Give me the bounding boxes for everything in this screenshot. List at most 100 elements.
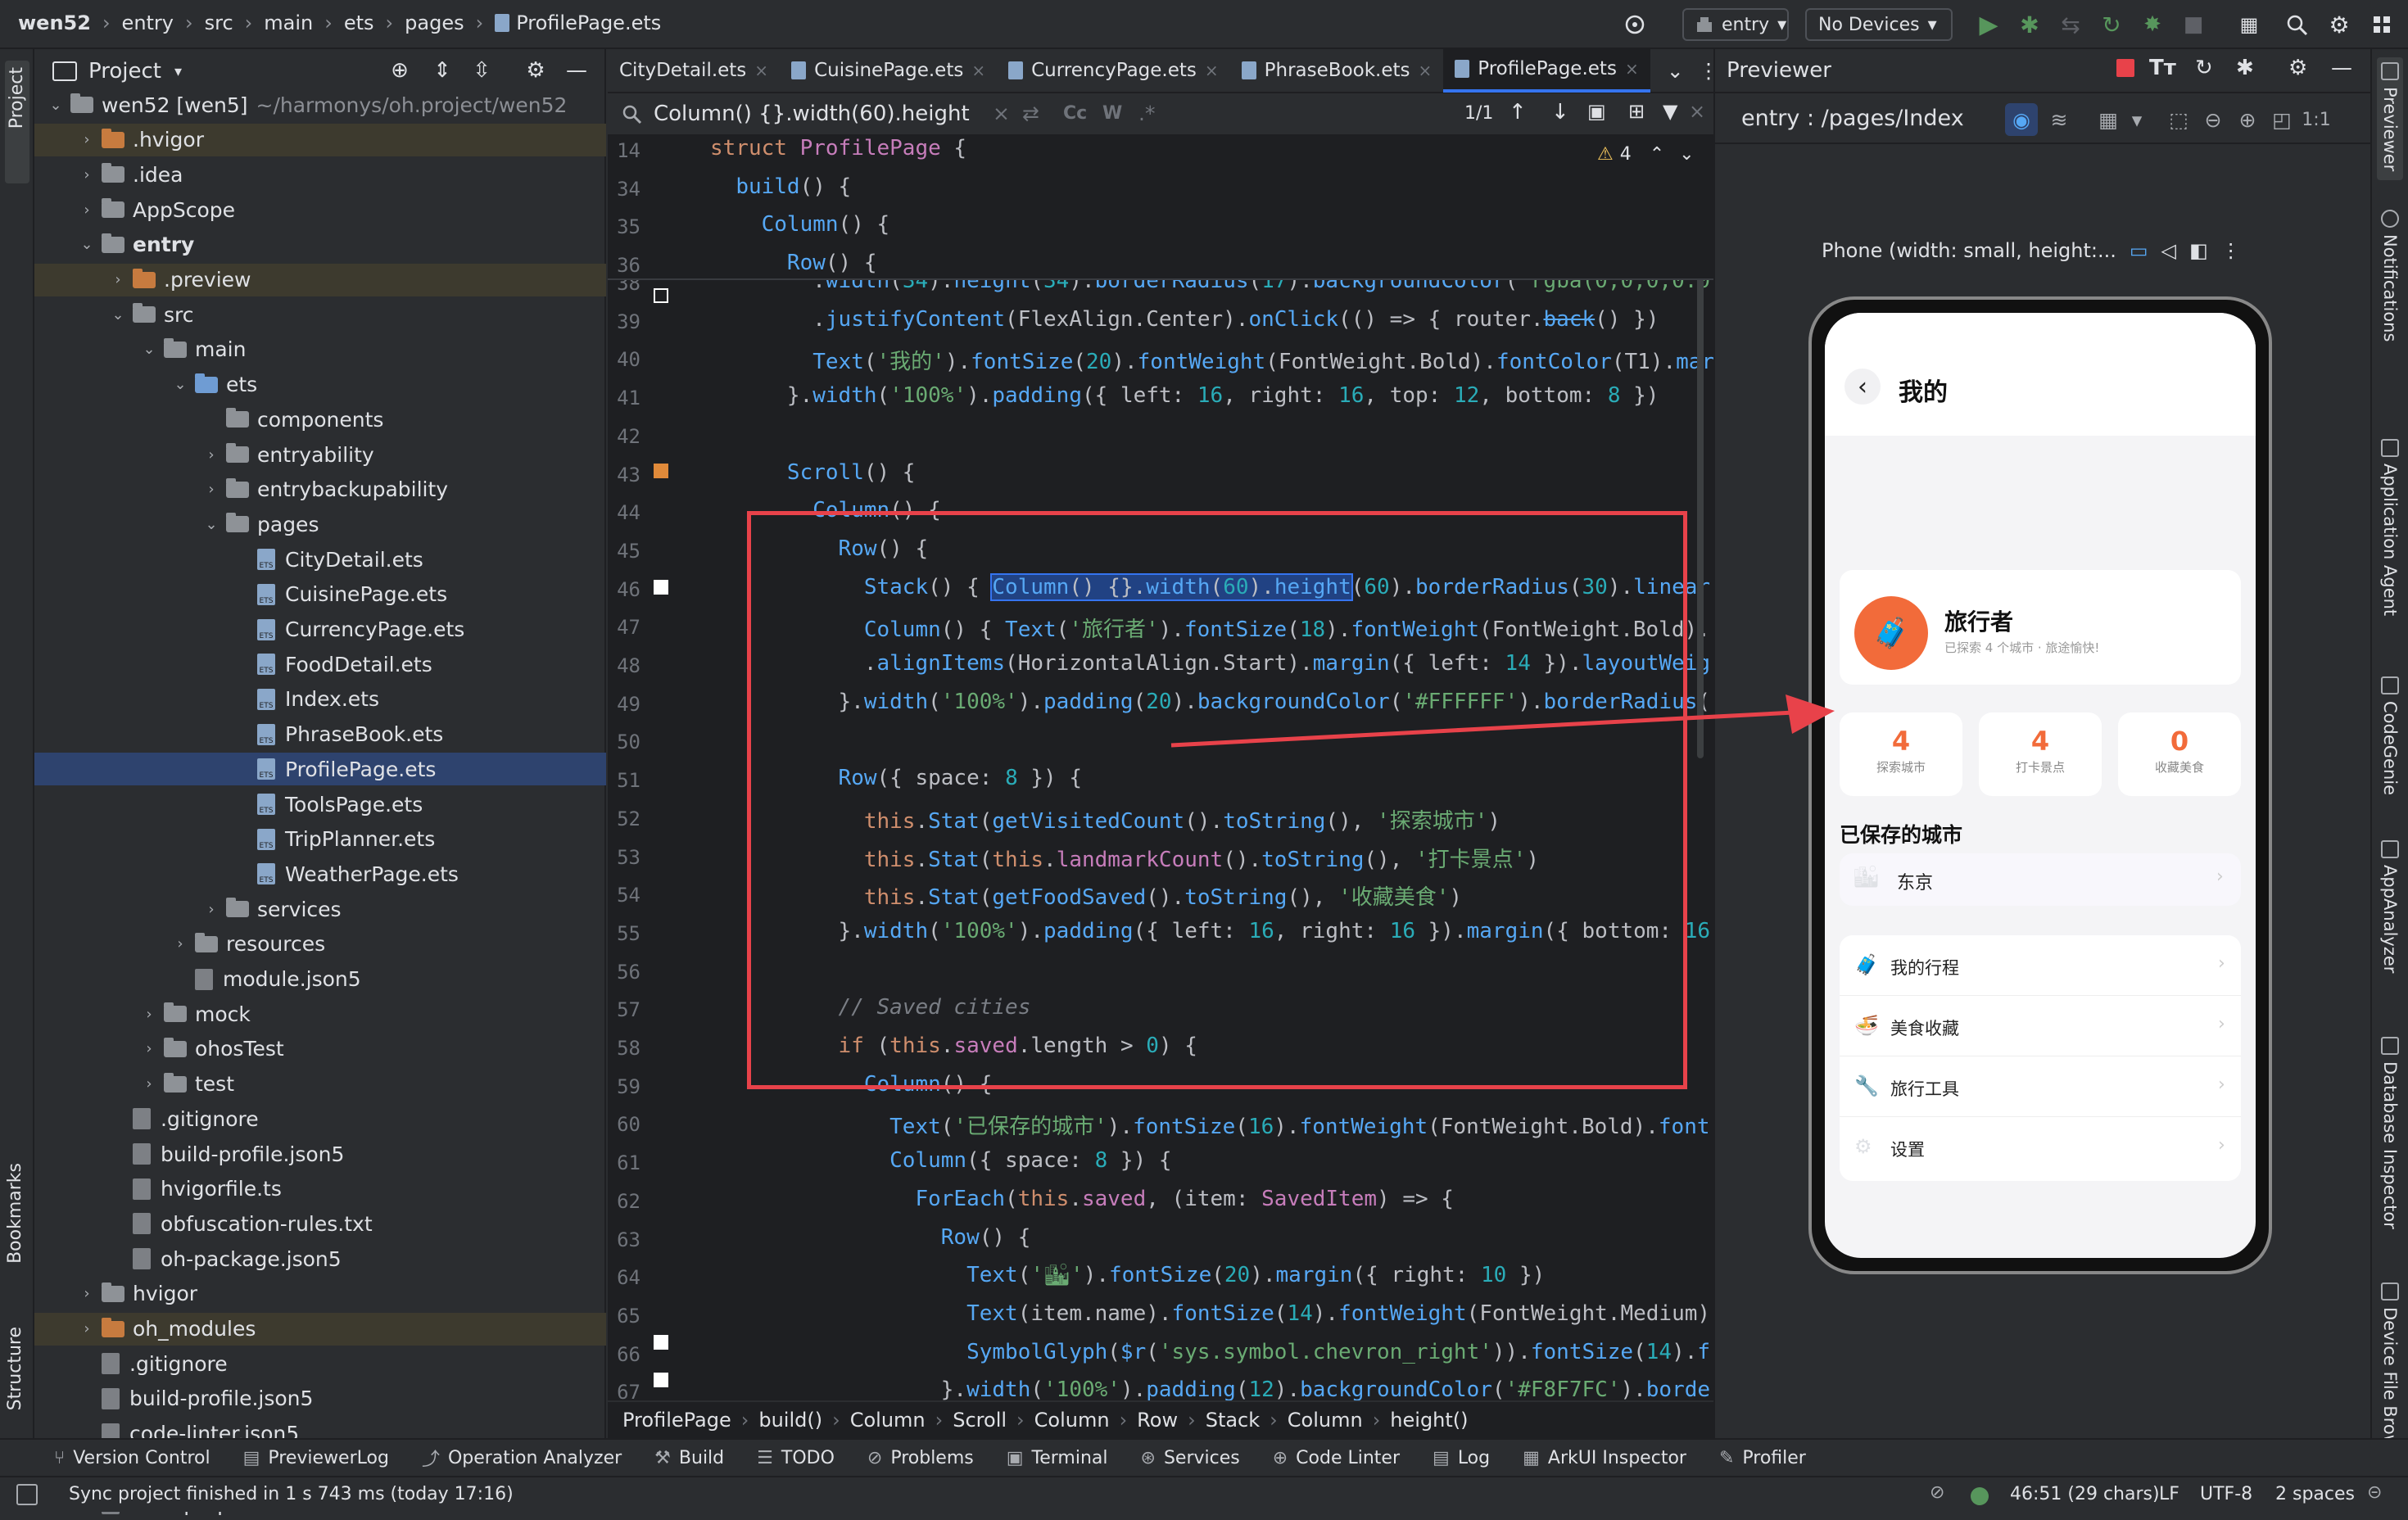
bookmarks-tool-button[interactable]: Bookmarks	[5, 1163, 29, 1343]
run-config-select[interactable]: entry ▾	[1682, 8, 1789, 41]
tree-item[interactable]: ⌄ pages	[34, 508, 606, 541]
editor-tab[interactable]: CurrencyPage.ets ×	[997, 48, 1230, 93]
chevron-right-icon[interactable]: ›	[79, 201, 95, 219]
frame-icon[interactable]: ⬚	[2162, 103, 2195, 136]
editor-tab[interactable]: PhraseBook.ets ×	[1230, 48, 1444, 93]
profile-run-icon[interactable]: ✸	[2138, 10, 2167, 39]
breadcrumb-item[interactable]: ets	[344, 11, 374, 34]
attach-icon[interactable]: ⇆	[2056, 10, 2085, 39]
device-switch-icon[interactable]: ▭	[2130, 239, 2148, 262]
chevron-down-icon[interactable]: ⌄	[141, 341, 157, 358]
tree-item[interactable]: › oh_modules	[34, 1312, 606, 1346]
fit-icon[interactable]: ◰	[2265, 103, 2298, 136]
bottom-tool-button[interactable]: ▤ Log	[1433, 1448, 1490, 1468]
breadcrumb-item[interactable]: wen52	[18, 11, 91, 34]
chevron-right-icon[interactable]: ›	[172, 935, 188, 952]
no-power-icon[interactable]: ⊘	[1930, 1482, 1944, 1503]
structure-tool-button[interactable]: Structure	[5, 1327, 29, 1433]
bottom-tool-button[interactable]: ⑂ Version Control	[54, 1448, 210, 1468]
locate-icon[interactable]: ⊕	[387, 57, 413, 84]
tree-item[interactable]: components	[34, 403, 606, 436]
run-icon[interactable]: ▶	[1974, 10, 2003, 39]
bottom-tool-button[interactable]: ⊘ Problems	[867, 1448, 974, 1468]
project-panel-title[interactable]: Project	[88, 59, 161, 84]
code-breadcrumb-item[interactable]: build()	[758, 1409, 822, 1432]
tree-item[interactable]: ⌄ ets	[34, 369, 606, 401]
minimize-icon[interactable]: —	[564, 57, 590, 84]
stat-card[interactable]: 4 探索城市	[1840, 712, 1962, 796]
code-breadcrumb-item[interactable]: ProfilePage	[622, 1409, 731, 1432]
project-structure-icon[interactable]: ▦	[2234, 10, 2264, 39]
chevron-right-icon[interactable]: ›	[79, 1285, 95, 1302]
gear-icon[interactable]: ⚙	[523, 57, 549, 84]
tree-item[interactable]: build-profile.json5	[34, 1382, 606, 1415]
tree-item[interactable]: › .idea	[34, 158, 606, 191]
actual-size-icon[interactable]: 1:1	[2300, 103, 2333, 136]
breadcrumb-item[interactable]: entry	[122, 11, 174, 34]
close-icon[interactable]: ×	[1625, 59, 1639, 79]
tree-item[interactable]: ETS TripPlanner.ets	[34, 823, 606, 856]
breadcrumb-item[interactable]: main	[264, 11, 313, 34]
chevron-right-icon[interactable]: ›	[110, 271, 126, 288]
rerun-icon[interactable]: ↻	[2097, 10, 2126, 39]
status-dot-icon[interactable]	[1971, 1487, 1989, 1505]
editor-tab[interactable]: ProfilePage.ets ×	[1443, 48, 1650, 93]
profile-card[interactable]: 🧳 旅行者 已探索 4 个城市 · 旅途愉快!	[1840, 570, 2241, 685]
eye-icon[interactable]: ◉	[2005, 103, 2038, 136]
tree-item[interactable]: ETS CuisinePage.ets	[34, 578, 606, 611]
code-breadcrumb-item[interactable]: Column	[1288, 1409, 1363, 1432]
tree-item[interactable]: › hvigor	[34, 1278, 606, 1310]
chevron-up-icon[interactable]: ⌃	[1650, 144, 1664, 165]
tree-item[interactable]: ETS FoodDetail.ets	[34, 648, 606, 681]
back-icon[interactable]: ‹	[1844, 369, 1881, 405]
stop-icon[interactable]	[2116, 59, 2134, 77]
back-nav-icon[interactable]: ◁	[2161, 239, 2176, 262]
debug-icon[interactable]: ✱	[2015, 10, 2044, 39]
tree-item[interactable]: ETS ProfilePage.ets	[34, 753, 606, 786]
phone-screen[interactable]: ‹ 我的 🧳 旅行者 已探索 4 个城市 · 旅途愉快! 4 探索城市 4 打卡景点 0…	[1825, 313, 2256, 1258]
tree-item[interactable]: ETS Index.ets	[34, 683, 606, 716]
stat-card[interactable]: 4 打卡景点	[1979, 712, 2102, 796]
menu-item[interactable]: 🧳 我的行程 ›	[1840, 935, 2241, 996]
close-icon[interactable]: ×	[754, 61, 768, 80]
tree-item[interactable]: › AppScope	[34, 193, 606, 226]
chevron-down-icon[interactable]: ⌄	[1679, 144, 1694, 165]
regex-toggle[interactable]: .*	[1138, 102, 1155, 125]
chevron-right-icon[interactable]: ›	[141, 1040, 157, 1057]
tree-item[interactable]: obfuscation-rules.txt	[34, 1207, 606, 1240]
right-tool-button[interactable]: Application Agent	[2377, 434, 2403, 655]
more-icon[interactable]	[2367, 10, 2397, 39]
chevron-down-icon[interactable]: ⌄	[203, 516, 220, 533]
right-tool-button[interactable]: AppAnalyzer	[2377, 835, 2403, 999]
menu-item[interactable]: 🔧 旅行工具 ›	[1840, 1056, 2241, 1117]
chevron-right-icon[interactable]: ›	[203, 901, 220, 918]
tree-item[interactable]: › .preview	[34, 263, 606, 296]
editor-scrollbar[interactable]	[1697, 267, 1704, 758]
breadcrumb-item[interactable]: ProfilePage.ets	[516, 11, 661, 34]
gear-icon[interactable]: ⚙	[2288, 56, 2307, 80]
code-breadcrumb-item[interactable]: height()	[1390, 1409, 1468, 1432]
chevron-right-icon[interactable]: ›	[79, 166, 95, 183]
add-selection-icon[interactable]: ⊞	[1628, 100, 1645, 123]
regex-icon[interactable]: ⇄	[1022, 102, 1039, 125]
layers-icon[interactable]: ≋	[2043, 103, 2075, 136]
lock-icon[interactable]: ⊝	[2367, 1482, 2382, 1503]
tree-item[interactable]: › mock	[34, 998, 606, 1030]
bottom-tool-button[interactable]: ✎ Profiler	[1719, 1448, 1806, 1468]
bottom-tool-button[interactable]: ☰ TODO	[757, 1448, 835, 1468]
code-breadcrumb-item[interactable]: Scroll	[953, 1409, 1007, 1432]
chevron-down-icon[interactable]: ⌄	[172, 376, 188, 393]
tree-item[interactable]: ⌄ src	[34, 298, 606, 331]
indent-setting[interactable]: 2 spaces	[2275, 1484, 2355, 1504]
tree-item[interactable]: ⌄ entry	[34, 228, 606, 261]
saved-city-item[interactable]: 🏙 东京 ›	[1840, 853, 2241, 906]
tree-item[interactable]: .gitignore	[34, 1102, 606, 1135]
bottom-tool-button[interactable]: ⤴ Operation Analyzer	[422, 1445, 622, 1471]
bottom-tool-button[interactable]: ▣ Terminal	[1007, 1448, 1108, 1468]
editor-tab[interactable]: CuisinePage.ets ×	[780, 48, 997, 93]
close-icon[interactable]: ×	[971, 61, 985, 80]
right-tool-button[interactable]: CodeGenie	[2377, 672, 2403, 819]
chevron-right-icon[interactable]: ›	[203, 446, 220, 464]
warnings-indicator[interactable]: ⚠ 4 ⌃ ⌄	[1597, 144, 1695, 165]
bottom-tool-button[interactable]: ⊛ Services	[1141, 1448, 1240, 1468]
